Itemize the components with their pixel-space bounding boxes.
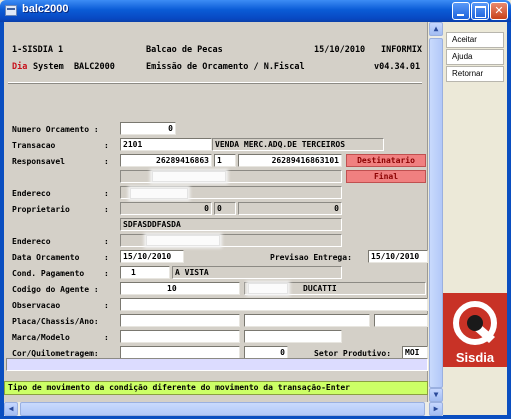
codigo-agente-label: Codigo do Agente : [12,285,99,294]
ajuda-button[interactable]: Ajuda [446,49,504,65]
window-title: balc2000 [22,3,69,15]
scroll-down-button[interactable]: ▼ [429,388,443,402]
data-orcamento-label: Data Orcamento [12,253,80,262]
responsavel-field-3[interactable]: 26289416863101 [238,154,342,167]
responsavel-field-2[interactable]: 1 [214,154,236,167]
proprietario-label: Proprietario [12,205,70,214]
proprietario-name: SDFASDDFASDA [120,218,342,231]
status-bar [6,358,428,371]
header-company: 1-SISDIA 1 [12,45,64,55]
endereco-colon: : [104,189,109,198]
scroll-right-button[interactable]: ▶ [429,402,443,416]
transacao-description: VENDA MERC.ADQ.DE TERCEIROS [212,138,384,151]
retornar-button[interactable]: Retornar [446,66,504,82]
redacted-text [130,188,188,199]
ano-field[interactable] [374,314,428,327]
transacao-code-field[interactable]: 2101 [120,138,212,151]
cond-pagamento-field[interactable]: 1 [120,266,170,279]
responsavel-field-1[interactable]: 26289416863 [120,154,212,167]
endereco-2-colon: : [104,237,109,246]
sisdia-logo-icon [453,301,497,345]
chassis-field[interactable] [244,314,370,327]
proprietario-field-2: 0 [214,202,236,215]
redacted-text [248,283,288,294]
header-system: System BALC2000 [33,62,115,72]
modelo-field[interactable] [244,330,342,343]
title-bar[interactable]: balc2000 ✕ [0,0,511,22]
redacted-text [146,235,220,246]
close-button[interactable]: ✕ [490,2,508,20]
redacted-text [152,171,226,182]
transacao-label: Transacao [12,141,56,150]
horizontal-scroll-thumb[interactable] [20,402,425,416]
transacao-colon: : [104,141,109,150]
maximize-button[interactable] [471,2,489,20]
data-orcamento-colon: : [104,253,109,262]
header-date: 15/10/2010 [314,45,366,55]
vertical-scrollbar[interactable]: ▲ ▼ [429,22,443,402]
placa-field[interactable] [120,314,240,327]
marca-modelo-colon: : [104,333,109,342]
destinatario-button[interactable]: Destinatario [346,154,426,167]
codigo-agente-field[interactable]: 10 [120,282,240,295]
cond-pagamento-label: Cond. Pagamento [12,269,85,278]
previsao-entrega-field[interactable]: 15/10/2010 [368,250,428,263]
scroll-left-button[interactable]: ◀ [4,402,18,416]
header-screen-title: Emissão de Orcamento / N.Fiscal [146,62,305,72]
horizontal-scrollbar[interactable]: ◀ ▶ [4,402,443,416]
observacao-field[interactable] [120,298,428,311]
terminal-panel: 1-SISDIA 1 Balcao de Pecas 15/10/2010 IN… [4,22,428,402]
cond-pagamento-colon: : [104,269,109,278]
marca-modelo-label: Marca/Modelo [12,333,70,342]
endereco-2-label: Endereco [12,237,51,246]
logo-text: Sisdia [455,350,495,365]
cor-quilometragem-label: Cor/Quilometragem: [12,349,99,358]
header-separator [8,82,422,84]
numero-orcamento-label: Numero Orcamento : [12,125,99,134]
numero-orcamento-field[interactable]: 0 [120,122,176,135]
placa-chassis-ano-label: Placa/Chassis/Ano: [12,317,99,326]
minimize-button[interactable] [452,2,470,20]
responsavel-colon: : [104,157,109,166]
header-day: Dia [12,62,28,72]
aceitar-button[interactable]: Aceitar [446,32,504,48]
observacao-colon: : [104,301,109,310]
cond-pagamento-description: A VISTA [172,266,342,279]
previsao-entrega-label: Previsao Entrega: [270,253,352,262]
responsavel-label: Responsavel [12,157,65,166]
proprietario-colon: : [104,205,109,214]
header-version: v04.34.01 [374,62,421,72]
observacao-label: Observacao [12,301,61,310]
setor-produtivo-label: Setor Produtivo: [314,349,392,358]
marca-field[interactable] [120,330,240,343]
window-frame-right [507,22,511,419]
data-orcamento-field[interactable]: 15/10/2010 [120,250,184,263]
vertical-scroll-thumb[interactable] [429,38,443,388]
final-button[interactable]: Final [346,170,426,183]
message-bar: Tipo de movimento da condição diferente … [4,381,428,395]
sisdia-logo: Sisdia [443,293,507,367]
proprietario-field-3: 0 [238,202,342,215]
app-icon [5,5,17,16]
header-db: INFORMIX [381,45,422,55]
endereco-label: Endereco [12,189,51,198]
scroll-up-button[interactable]: ▲ [429,22,443,36]
header-module: Balcao de Pecas [146,45,223,55]
proprietario-field-1: 0 [120,202,212,215]
